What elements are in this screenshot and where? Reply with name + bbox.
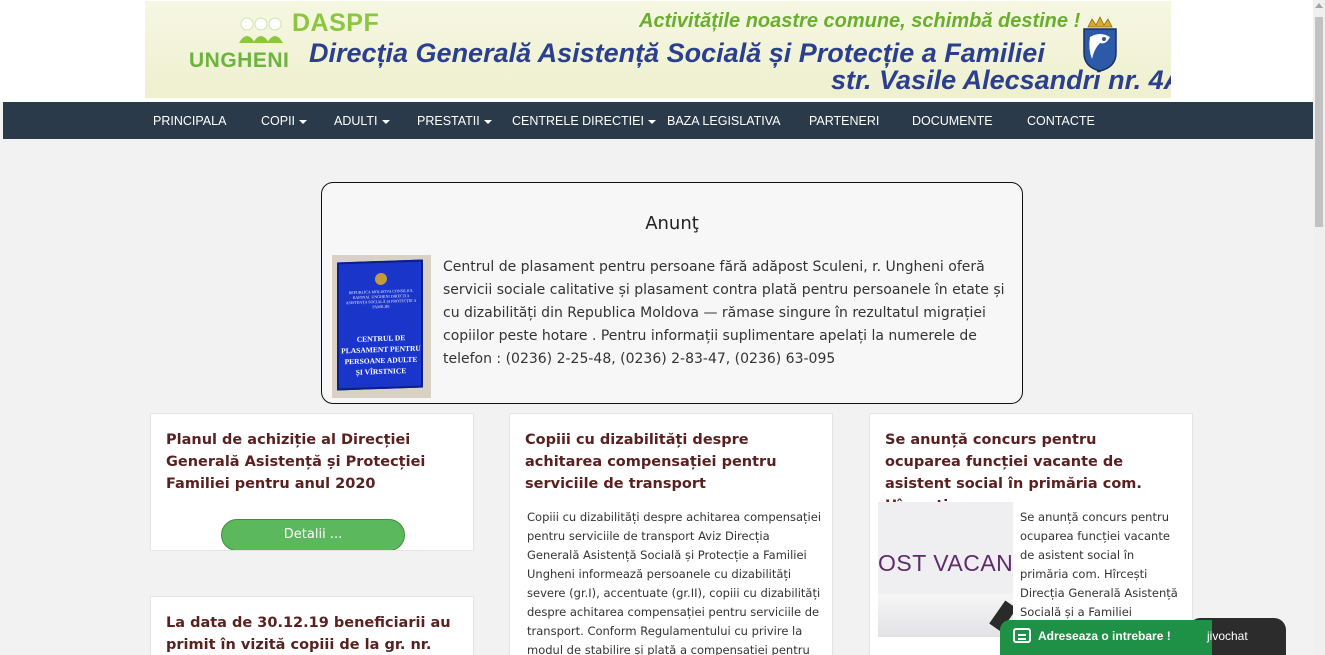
nav-item-baza-legislativa[interactable]: BAZA LEGISLATIVA	[667, 102, 780, 139]
announcement-title: Anunţ	[645, 213, 699, 234]
nav-item-centrele-directiei[interactable]: CENTRELE DIRECTIEI	[512, 102, 656, 139]
emblem-icon	[375, 272, 387, 286]
logo-city: UNGHENI	[189, 49, 290, 72]
site-banner[interactable]: DASPF UNGHENI Activitățile noastre comun…	[145, 1, 1171, 98]
caret-down-icon	[381, 119, 390, 124]
card-excerpt: Se anunță concurs pentru ocuparea funcți…	[1020, 510, 1178, 619]
card-title[interactable]: La data de 30.12.19 beneficiarii au prim…	[166, 612, 456, 655]
logo-acronym: DASPF	[292, 9, 380, 37]
page-scrollbar[interactable]	[1313, 0, 1325, 655]
nav-item-principala[interactable]: PRINCIPALA	[153, 102, 226, 139]
scroll-up-arrow-icon[interactable]	[1315, 3, 1323, 8]
nav-item-copii[interactable]: COPII	[261, 102, 308, 139]
paper-graphic	[878, 594, 1013, 637]
nav-item-documente[interactable]: DOCUMENTE	[912, 102, 993, 139]
nav-item-contacte[interactable]: CONTACTE	[1027, 102, 1095, 139]
news-card: La data de 30.12.19 beneficiarii au prim…	[150, 596, 474, 655]
announcement-body: Centrul de plasament pentru persoane făr…	[443, 259, 1005, 367]
nav-item-parteneri[interactable]: PARTENERI	[809, 102, 879, 139]
post-vacant-image[interactable]: OST VACANT	[878, 502, 1013, 637]
people-logo-icon	[239, 17, 283, 43]
announcement-box: Anunţ REPUBLICA MOLDOVA CONSILIUL RAIONA…	[321, 182, 1023, 404]
news-card: Se anunță concurs pentru ocuparea funcți…	[869, 413, 1193, 655]
details-button[interactable]: Detalii ...	[221, 519, 405, 550]
card-title[interactable]: Copiii cu dizabilități despre achitarea …	[525, 429, 815, 495]
sign-main-text: CENTRUL DE PLASAMENT PENTRU PERSOANE ADU…	[341, 333, 421, 377]
chat-widget-label[interactable]: Adreseaza o intrebare !	[1038, 629, 1171, 643]
caret-down-icon	[483, 119, 492, 124]
chat-brand-label[interactable]: jivochat	[1207, 629, 1248, 643]
sign-header-text: REPUBLICA MOLDOVA CONSILIUL RAIONAL UNGH…	[345, 287, 417, 310]
banner-slogan: Activitățile noastre comune, schimbă des…	[639, 10, 1081, 32]
news-card: Copiii cu dizabilități despre achitarea …	[509, 413, 833, 655]
card-excerpt: Copiii cu dizabilități despre achitarea …	[527, 510, 822, 655]
main-navigation: PRINCIPALA COPII ADULTI PRESTATII CENTRE…	[3, 102, 1313, 139]
card-title[interactable]: Planul de achiziție al Direcției General…	[166, 429, 466, 495]
coat-of-arms-icon	[1083, 16, 1117, 72]
chat-bubble-icon[interactable]	[1013, 628, 1031, 643]
nav-item-prestatii[interactable]: PRESTATII	[417, 102, 492, 139]
post-vacant-text: OST VACANT	[878, 550, 1013, 576]
caret-down-icon	[299, 119, 308, 124]
scrollbar-thumb[interactable]	[1315, 17, 1323, 227]
caret-down-icon	[647, 119, 656, 124]
banner-address: str. Vasile Alecsandri nr. 4A	[831, 65, 1171, 95]
nav-item-adulti[interactable]: ADULTI	[334, 102, 390, 139]
news-card: Planul de achiziție al Direcției General…	[150, 413, 474, 551]
announcement-image[interactable]: REPUBLICA MOLDOVA CONSILIUL RAIONAL UNGH…	[332, 255, 431, 398]
sign-board: REPUBLICA MOLDOVA CONSILIUL RAIONAL UNGH…	[337, 259, 423, 391]
